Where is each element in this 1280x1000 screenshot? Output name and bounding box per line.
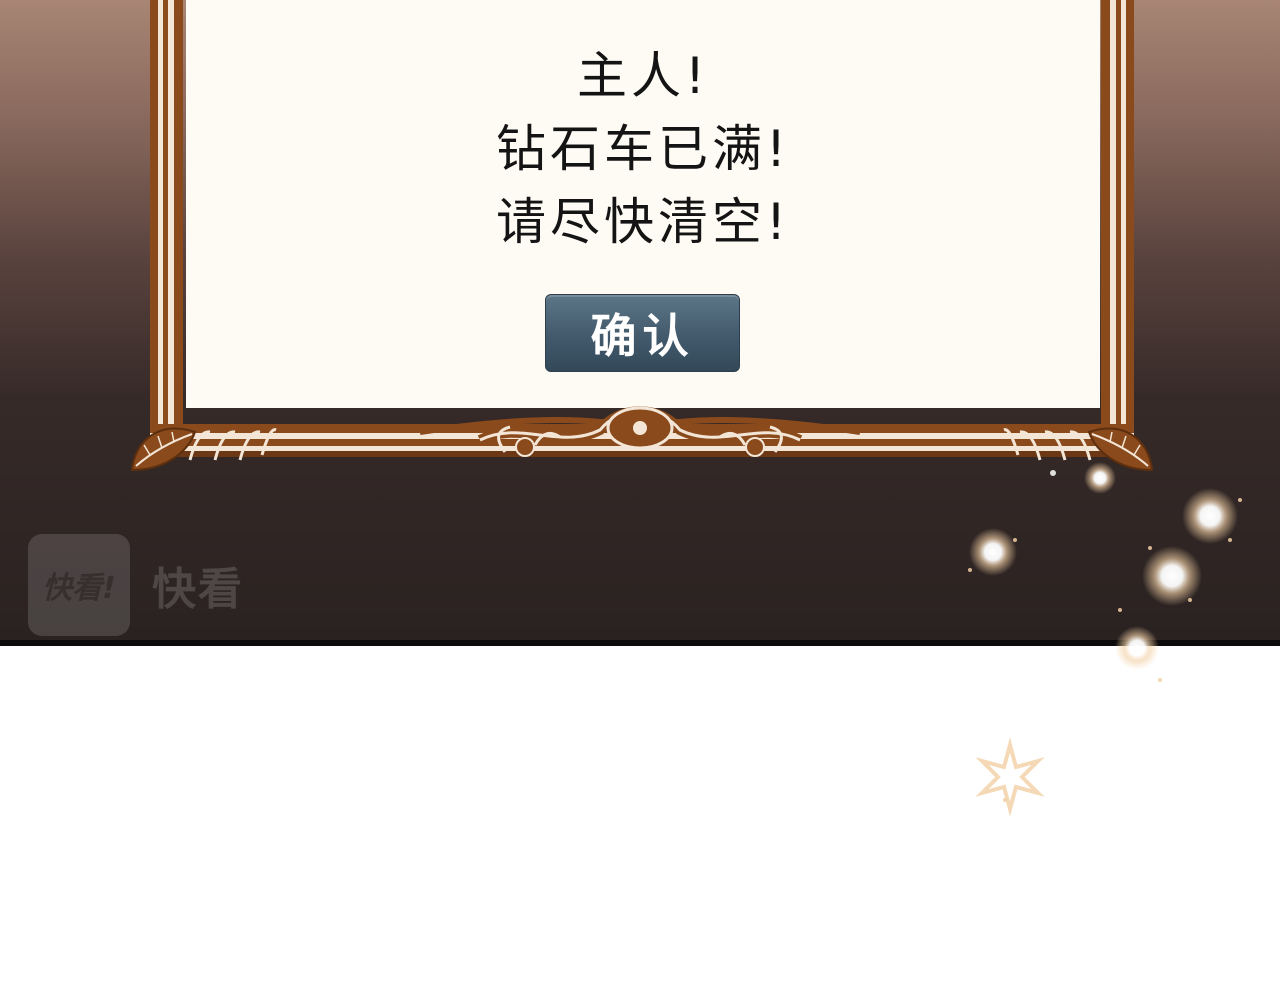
sparkle-icon: [1084, 462, 1116, 494]
sparkle-icon: [975, 737, 1045, 817]
sparkle-icon: [1115, 626, 1159, 670]
sparkle-icon: [1182, 488, 1238, 544]
sparkle-icon: [1142, 546, 1202, 606]
sparkle-icon: [969, 528, 1017, 576]
sparkle-effects: [968, 462, 1242, 817]
